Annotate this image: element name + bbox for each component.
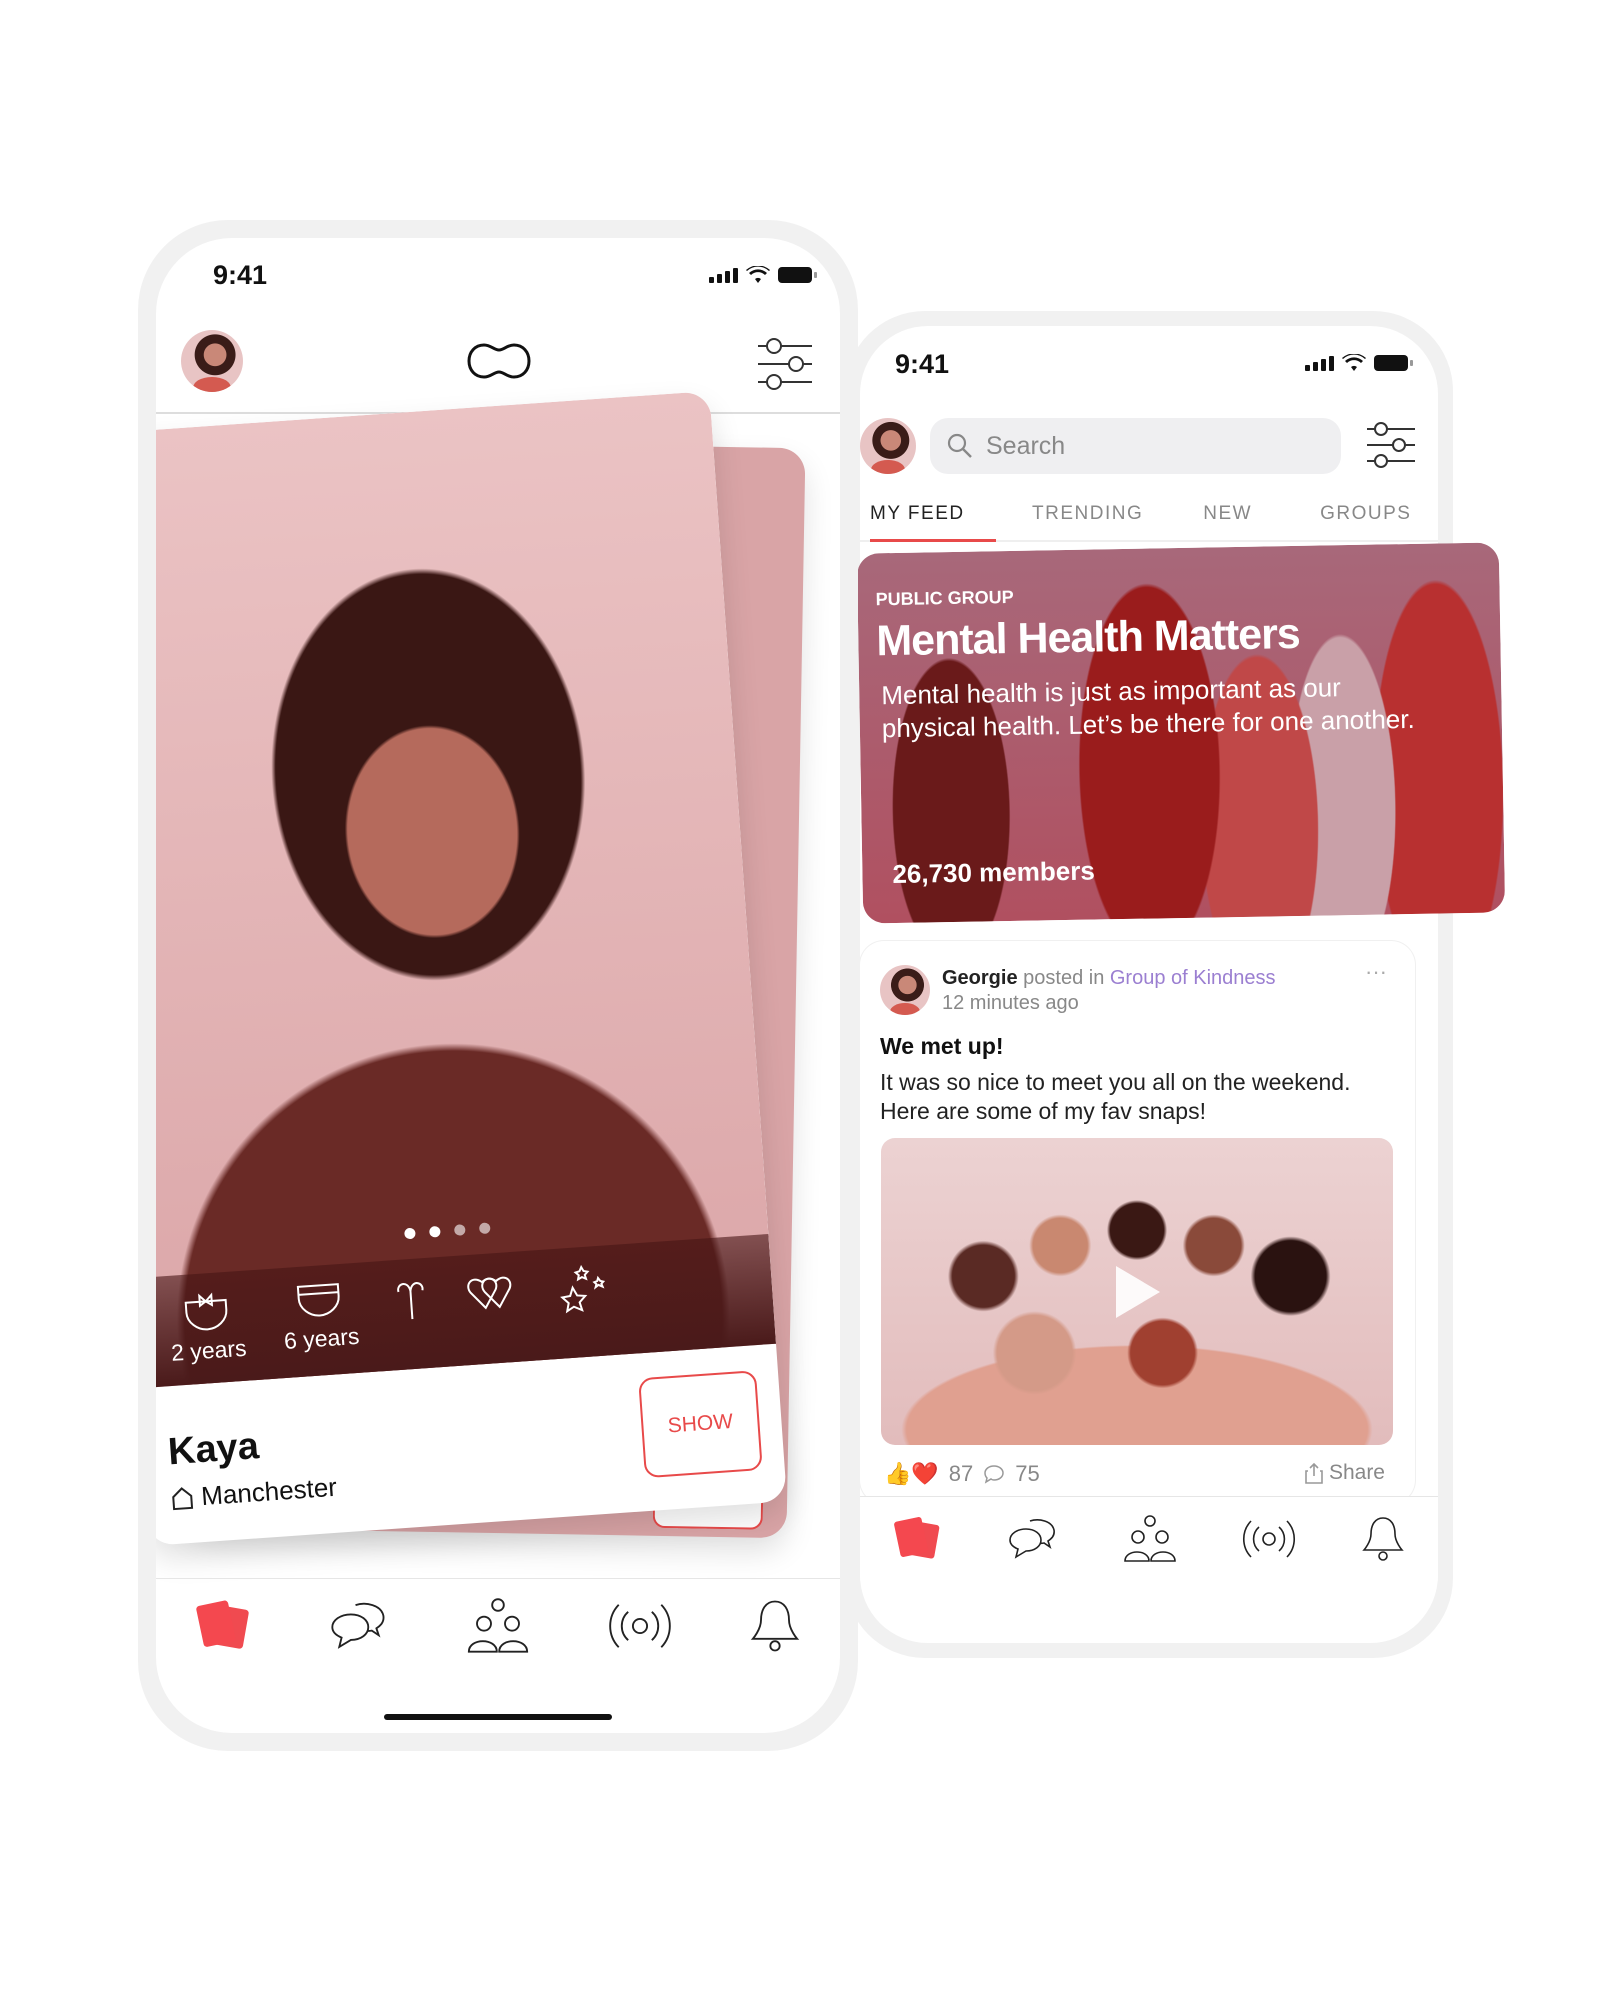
filter-sliders-icon[interactable] <box>756 338 814 390</box>
community-icon[interactable] <box>1123 1515 1177 1563</box>
group-description: Mental health is just as important as ou… <box>881 672 1415 744</box>
infinity-logo-icon[interactable] <box>466 342 532 380</box>
post-body: It was so nice to meet you all on the we… <box>880 1069 1351 1124</box>
wifi-icon <box>746 266 770 283</box>
posted-in-text: posted in <box>1023 967 1105 989</box>
post-stats: 👍❤️ 87 75 <box>884 1461 1040 1487</box>
feed-tabs: MY FEED TRENDING NEW GROUPS <box>860 503 1438 542</box>
aries-icon <box>397 1282 424 1320</box>
feed-screen: 9:41 Search MY FEED TRENDING NEW GROUPS … <box>860 326 1438 1643</box>
battery-icon <box>778 267 817 283</box>
group-card[interactable]: PUBLIC GROUP Mental Health Matters Menta… <box>856 542 1506 924</box>
profile-location-label: Manchester <box>200 1471 338 1512</box>
search-input[interactable]: Search <box>930 418 1341 474</box>
share-icon <box>1305 1462 1323 1484</box>
post-group-link[interactable]: Group of Kindness <box>1110 967 1276 989</box>
discover-phone: 9:41 2 years 6 years Kaya Manchester SHO… <box>138 220 858 1751</box>
diaper-bow-icon <box>184 1292 228 1331</box>
battery-icon <box>1374 355 1413 371</box>
cards-icon[interactable] <box>195 1600 253 1652</box>
status-time: 9:41 <box>895 349 950 379</box>
group-members: 26,730 members <box>892 855 1096 890</box>
bottom-nav <box>156 1578 840 1673</box>
attribute-relationship: 6 years <box>280 1281 360 1355</box>
attribute-children-label: 2 years <box>170 1334 248 1366</box>
reactions-emoji[interactable]: 👍❤️ <box>884 1461 939 1487</box>
post-title: We met up! <box>880 1033 1004 1059</box>
post-author-avatar[interactable] <box>880 965 930 1015</box>
tab-my-feed[interactable]: MY FEED <box>870 503 996 542</box>
status-icons <box>709 266 817 284</box>
profile-photo[interactable]: 2 years 6 years <box>156 391 777 1389</box>
post-card: Georgie posted in Group of Kindness 12 m… <box>860 941 1415 1504</box>
post-author[interactable]: Georgie <box>942 967 1018 989</box>
broadcast-icon[interactable] <box>1242 1517 1296 1561</box>
comment-count: 75 <box>1015 1461 1040 1486</box>
cards-icon[interactable] <box>893 1517 943 1561</box>
signal-icon <box>1305 355 1334 371</box>
user-avatar[interactable] <box>181 330 243 392</box>
community-icon[interactable] <box>466 1598 530 1654</box>
reaction-count: 87 <box>948 1461 974 1486</box>
more-options-icon[interactable]: ··· <box>1365 959 1387 985</box>
wifi-icon <box>1342 354 1366 371</box>
post-meta: Georgie posted in Group of Kindness 12 m… <box>942 967 1276 1015</box>
attribute-interests <box>463 1269 522 1313</box>
chat-icon[interactable] <box>1008 1517 1058 1561</box>
bell-icon[interactable] <box>1361 1515 1405 1563</box>
photo-pagination[interactable] <box>404 1222 491 1240</box>
stars-icon <box>559 1264 605 1314</box>
post-video-thumbnail[interactable] <box>881 1138 1393 1445</box>
filter-sliders-icon[interactable] <box>1365 421 1417 469</box>
chat-icon[interactable] <box>330 1600 388 1652</box>
status-time: 9:41 <box>213 260 268 290</box>
feed-phone: 9:41 Search MY FEED TRENDING NEW GROUPS … <box>845 311 1453 1658</box>
profile-attributes: 2 years 6 years <box>156 1233 777 1389</box>
post-time: 12 minutes ago <box>942 992 1079 1014</box>
group-type: PUBLIC GROUP <box>875 586 1014 610</box>
diaper-icon <box>296 1283 340 1317</box>
search-placeholder: Search <box>986 431 1066 460</box>
show-button[interactable]: SHOW <box>638 1370 763 1479</box>
profile-location: Manchester <box>170 1472 338 1514</box>
comment-icon[interactable] <box>983 1464 1005 1484</box>
user-avatar[interactable] <box>860 418 916 474</box>
profile-card[interactable]: 2 years 6 years Kaya Manchester SHOW <box>156 391 788 1546</box>
tab-groups[interactable]: GROUPS <box>1320 503 1411 540</box>
home-indicator[interactable] <box>384 1714 612 1720</box>
attribute-relationship-label: 6 years <box>283 1322 361 1354</box>
broadcast-icon[interactable] <box>608 1600 672 1652</box>
signal-icon <box>709 267 738 283</box>
attribute-zodiac <box>393 1276 428 1322</box>
bell-icon[interactable] <box>749 1598 801 1654</box>
play-icon[interactable] <box>1112 1264 1162 1320</box>
attribute-stars <box>557 1263 610 1314</box>
search-icon <box>947 433 972 458</box>
profile-name: Kaya <box>166 1425 261 1474</box>
status-icons <box>1305 354 1413 372</box>
bottom-nav <box>860 1496 1438 1581</box>
double-heart-icon <box>467 1276 512 1310</box>
tab-new[interactable]: NEW <box>1203 503 1252 540</box>
home-icon <box>172 1486 194 1510</box>
share-button[interactable]: Share <box>1305 1461 1385 1485</box>
discover-screen: 9:41 2 years 6 years Kaya Manchester SHO… <box>156 238 840 1733</box>
tab-trending[interactable]: TRENDING <box>1032 503 1143 540</box>
attribute-children: 2 years <box>167 1289 247 1367</box>
group-title: Mental Health Matters <box>875 609 1301 666</box>
share-label: Share <box>1328 1461 1385 1484</box>
